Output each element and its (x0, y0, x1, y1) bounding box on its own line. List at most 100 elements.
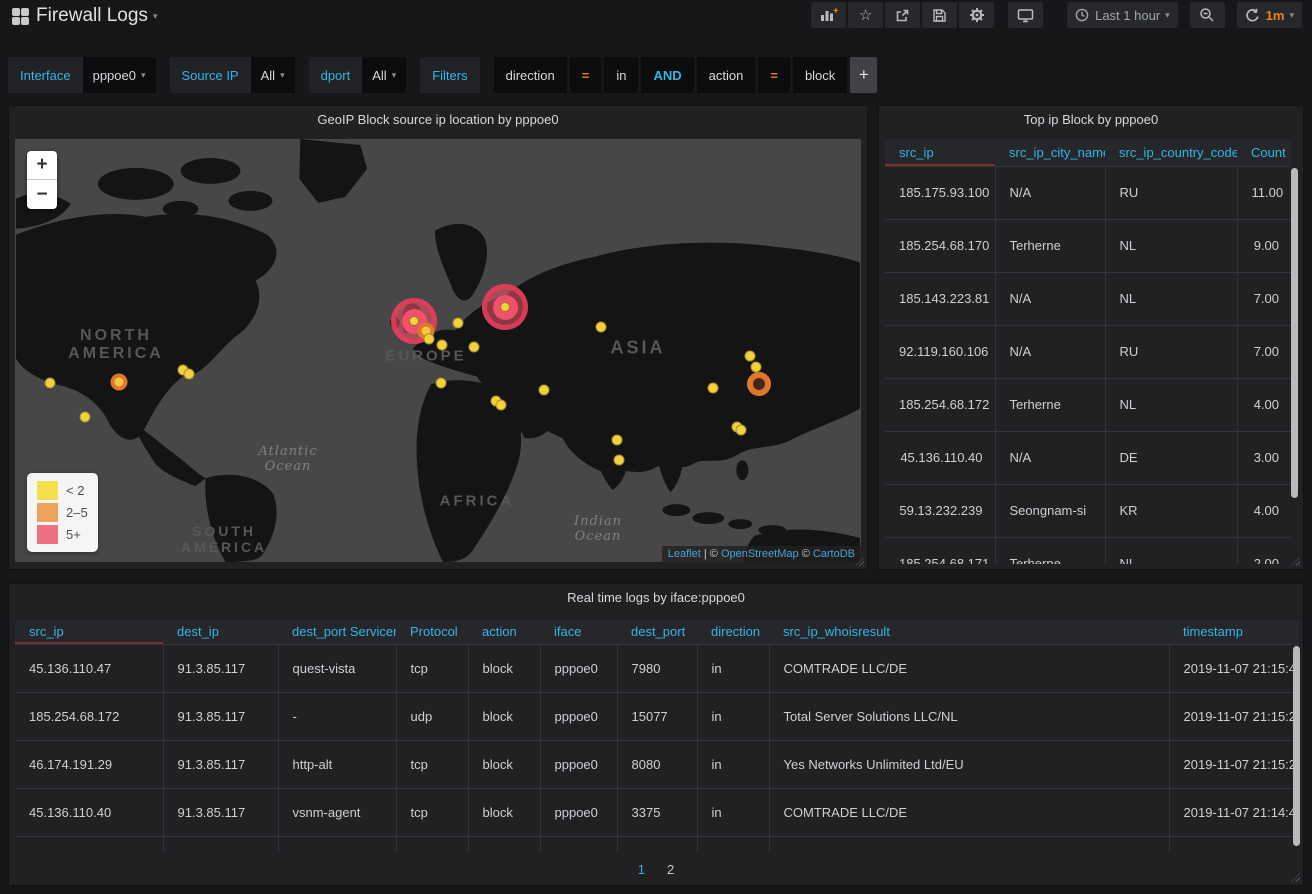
table-cell: block (468, 692, 540, 740)
table-cell: pppoe0 (540, 644, 617, 692)
column-header[interactable]: dest_port (617, 620, 697, 644)
openstreetmap-link[interactable]: OpenStreetMap (721, 548, 799, 560)
map-marker-dot[interactable] (496, 400, 507, 411)
column-header[interactable]: dest_ip (163, 620, 278, 644)
filter-item[interactable]: in (604, 57, 638, 93)
filter-item[interactable]: action (697, 57, 756, 93)
table-row: 45.136.110.40N/ADE3.00 (885, 431, 1291, 484)
map-marker-dot[interactable] (80, 412, 91, 423)
settings-button[interactable] (959, 2, 994, 28)
navbar-actions: + ☆ (809, 2, 1302, 28)
leaflet-link[interactable]: Leaflet (668, 548, 701, 560)
filter-item[interactable]: AND (641, 57, 693, 93)
map-zoom-control: + − (27, 151, 57, 209)
geoip-panel-title[interactable]: GeoIP Block source ip location by pppoe0 (9, 106, 867, 134)
table-cell: 7.00 (1237, 325, 1291, 378)
table-cell: 9.00 (1237, 219, 1291, 272)
top-table-body: 185.175.93.100N/ARU11.00185.254.68.170Te… (885, 166, 1291, 564)
map-marker-dot[interactable] (614, 455, 625, 466)
filter-item[interactable]: = (570, 57, 602, 93)
map-marker-dot[interactable] (184, 369, 195, 380)
refresh-picker[interactable]: 1m ▾ (1237, 2, 1302, 28)
save-button[interactable] (922, 2, 957, 28)
map-marker-dot[interactable] (453, 318, 464, 329)
add-panel-button[interactable]: + (811, 2, 846, 28)
variable-interface-value[interactable]: pppoe0▾ (83, 57, 156, 93)
map-marker-bullseye[interactable] (482, 284, 528, 330)
variable-dport-value[interactable]: All▾ (362, 57, 406, 93)
map-marker-dot[interactable] (708, 383, 719, 394)
map-marker-dot[interactable] (612, 435, 623, 446)
dashboard-title[interactable]: Firewall Logs ▾ (36, 5, 157, 27)
zoom-out-button[interactable] (1190, 2, 1225, 28)
column-header[interactable]: Count (1237, 139, 1291, 166)
star-button[interactable]: ☆ (848, 2, 883, 28)
filter-item[interactable]: block (793, 57, 847, 93)
column-header[interactable]: src_ip_city_name (995, 139, 1105, 166)
map-marker-dot[interactable] (424, 334, 435, 345)
table-cell: tcp (396, 740, 468, 788)
legend-label: 5+ (66, 527, 81, 542)
column-header[interactable]: src_ip_country_code (1105, 139, 1237, 166)
page-link[interactable]: 1 (638, 862, 645, 877)
table-cell: - (278, 692, 396, 740)
column-header[interactable]: src_ip (885, 139, 995, 166)
map-zoom-out-button[interactable]: − (27, 180, 57, 209)
table-cell (15, 836, 163, 852)
table-cell: 2019-11-07 21:15:25 (1169, 740, 1299, 788)
add-filter-button[interactable]: + (850, 57, 877, 93)
column-header[interactable]: src_ip_whoisresult (769, 620, 1169, 644)
scrollbar[interactable] (1291, 168, 1298, 498)
column-header[interactable]: dest_port Servicename (278, 620, 396, 644)
logs-panel-title[interactable]: Real time logs by iface:pppoe0 (9, 584, 1303, 612)
map-marker-dot[interactable] (736, 425, 747, 436)
table-cell: 2.00 (1237, 537, 1291, 564)
map-zoom-in-button[interactable]: + (27, 151, 57, 180)
table-cell: 45.136.110.40 (15, 788, 163, 836)
world-map[interactable]: NORTH AMERICAEUROPEASIAAFRICASOUTH AMERI… (15, 139, 861, 562)
table-cell: COMTRADE LLC/DE (769, 644, 1169, 692)
top-ip-table: src_ipsrc_ip_city_namesrc_ip_country_cod… (885, 139, 1291, 564)
map-marker-dot[interactable] (469, 342, 480, 353)
column-header[interactable]: src_ip (15, 620, 163, 644)
filter-item[interactable]: direction (494, 57, 567, 93)
column-header[interactable]: direction (697, 620, 769, 644)
map-marker-dot[interactable] (751, 362, 762, 373)
top-ip-panel-title[interactable]: Top ip Block by pppoe0 (879, 106, 1303, 134)
column-header[interactable]: Protocol (396, 620, 468, 644)
time-range-picker[interactable]: Last 1 hour ▾ (1067, 2, 1178, 28)
cartodb-link[interactable]: CartoDB (813, 548, 855, 560)
page-title: Firewall Logs (36, 5, 148, 27)
panel-resize-handle[interactable] (1291, 557, 1300, 566)
column-header[interactable]: timestamp (1169, 620, 1299, 644)
table-cell: vsnm-agent (278, 788, 396, 836)
variable-source-ip-value[interactable]: All▾ (251, 57, 295, 93)
map-marker-dot[interactable] (596, 322, 607, 333)
table-cell: in (697, 740, 769, 788)
table-cell: DE (1105, 431, 1237, 484)
grafana-logo-icon[interactable] (12, 8, 29, 25)
table-cell: pppoe0 (540, 740, 617, 788)
magnifier-minus-icon (1199, 7, 1215, 23)
cycle-view-button[interactable] (1008, 2, 1043, 28)
adhoc-filters: Filters (420, 57, 479, 93)
table-cell: 45.136.110.47 (15, 644, 163, 692)
map-marker-dot[interactable] (745, 351, 756, 362)
map-marker-dot[interactable] (539, 385, 550, 396)
filter-item[interactable]: = (758, 57, 790, 93)
share-icon (895, 8, 910, 23)
table-cell: commtact-http (278, 836, 396, 852)
map-marker-dot[interactable] (436, 378, 447, 389)
table-row: 185.254.68.171TerherneNL2.00 (885, 537, 1291, 564)
page-link[interactable]: 2 (667, 862, 674, 877)
map-marker-odot[interactable] (111, 374, 128, 391)
scrollbar[interactable] (1293, 646, 1300, 846)
column-header[interactable]: action (468, 620, 540, 644)
table-cell: Terherne (995, 378, 1105, 431)
share-button[interactable] (885, 2, 920, 28)
map-marker-ring[interactable] (747, 372, 771, 396)
table-cell: tcp (396, 836, 468, 852)
column-header[interactable]: iface (540, 620, 617, 644)
map-marker-dot[interactable] (45, 378, 56, 389)
map-marker-dot[interactable] (437, 340, 448, 351)
